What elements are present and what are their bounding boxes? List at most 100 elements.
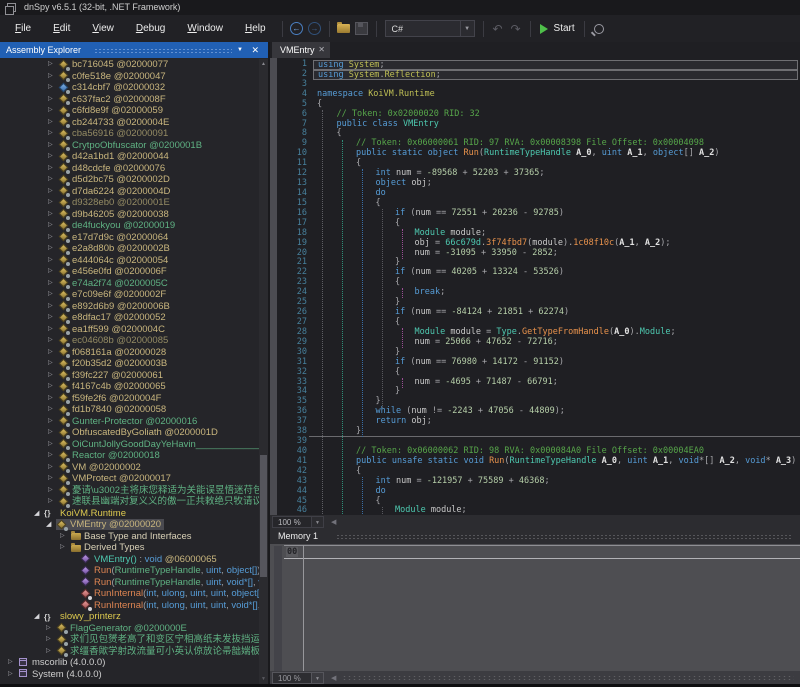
tree-item[interactable]: ▷ec04608b @02000085 xyxy=(0,335,259,347)
collapse-icon[interactable]: ◢ xyxy=(46,519,56,531)
memory-scroll-track[interactable] xyxy=(342,675,794,680)
tree-item[interactable]: ▷e456e0fd @0200006F xyxy=(0,266,259,278)
tree-item[interactable]: ▷c314cbf7 @02000032 xyxy=(0,82,259,94)
expand-icon[interactable]: ▷ xyxy=(48,255,58,267)
expand-icon[interactable]: ▷ xyxy=(8,669,18,681)
menu-file[interactable]: File xyxy=(4,23,42,34)
collapse-icon[interactable]: ◢ xyxy=(34,508,44,520)
expand-icon[interactable]: ▷ xyxy=(46,646,56,658)
tree-item[interactable]: ▷f068161a @02000028 xyxy=(0,347,259,359)
code-line[interactable]: 44do xyxy=(277,487,800,497)
tree-item[interactable]: ◢{ }KoiVM.Runtime xyxy=(0,508,259,520)
tree-item[interactable]: RunInternal(int, ulong, uint, uint, obje… xyxy=(0,588,259,600)
selected-tree-item[interactable]: VMEntry @02000020 xyxy=(56,519,164,530)
tab-close-icon[interactable]: ✕ xyxy=(318,42,325,58)
expand-icon[interactable]: ▷ xyxy=(48,174,58,186)
expand-icon[interactable]: ▷ xyxy=(60,542,70,554)
tree-item[interactable]: ▷mscorlib (4.0.0.0) xyxy=(0,657,259,669)
tree-item[interactable]: ▷e2a8d80b @0200002B xyxy=(0,243,259,255)
expand-icon[interactable]: ▷ xyxy=(48,416,58,428)
redo-button[interactable]: ↷ xyxy=(507,19,525,39)
memory-hscroll-left-icon[interactable]: ◀ xyxy=(331,674,336,682)
expand-icon[interactable]: ▷ xyxy=(48,301,58,313)
code-line[interactable]: 1using System; xyxy=(277,60,800,70)
hscroll-left-icon[interactable]: ◀ xyxy=(331,518,336,526)
code-line[interactable]: 7public class VMEntry xyxy=(277,120,800,130)
tree-item[interactable]: ▷f20b35d2 @0200003B xyxy=(0,358,259,370)
expand-icon[interactable]: ▷ xyxy=(48,197,58,209)
code-editor[interactable]: 1using System;2using System.Reflection;3… xyxy=(270,58,800,515)
expand-icon[interactable]: ▷ xyxy=(48,473,58,485)
tree-scrollbar[interactable]: ▲ ▼ xyxy=(259,59,268,684)
tree-item[interactable]: ▷e17d7d9c @02000064 xyxy=(0,232,259,244)
code-line[interactable]: 13object obj; xyxy=(277,179,800,189)
tree-item[interactable]: ▷bc716045 @02000077 xyxy=(0,59,259,71)
tree-item[interactable]: ◢VMEntry @02000020 xyxy=(0,519,259,531)
expand-icon[interactable]: ▷ xyxy=(48,59,58,71)
expand-icon[interactable]: ▷ xyxy=(48,243,58,255)
code-line[interactable]: 33num = -4695 + 71487 - 66791; xyxy=(277,378,800,388)
tree-item[interactable]: ▷憂请\u3002主将床您释适为关能误昱悟迷苻包奉工信 xyxy=(0,485,259,497)
scroll-down-icon[interactable]: ▼ xyxy=(259,676,268,682)
language-combobox[interactable]: C# ▼ xyxy=(385,20,475,37)
menu-view[interactable]: View xyxy=(81,23,125,34)
code-line[interactable]: 14do xyxy=(277,189,800,199)
tree-item[interactable]: ▷cba56916 @02000091 xyxy=(0,128,259,140)
memory-zoom-level[interactable]: 100 % xyxy=(272,672,312,684)
code-line[interactable]: 23{ xyxy=(277,278,800,288)
tree-item[interactable]: ▷CrytpoObfuscator @0200001B xyxy=(0,140,259,152)
memory-scrollbar[interactable] xyxy=(274,546,282,671)
title-bar[interactable]: dnSpy v6.5.1 (32-bit, .NET Framework) xyxy=(0,0,800,15)
expand-icon[interactable]: ▷ xyxy=(48,485,58,497)
expand-icon[interactable]: ▷ xyxy=(48,404,58,416)
expand-icon[interactable]: ▷ xyxy=(48,232,58,244)
tree-item[interactable]: ▷System (4.0.0.0) xyxy=(0,669,259,681)
tree-item[interactable]: ▷de4fuckyou @02000019 xyxy=(0,220,259,232)
open-button[interactable] xyxy=(335,19,353,39)
tree-item[interactable]: ▷d48cdcfe @02000076 xyxy=(0,163,259,175)
tree-item[interactable]: ▷f39fc227 @02000061 xyxy=(0,370,259,382)
menu-debug[interactable]: Debug xyxy=(125,23,176,34)
tree-item[interactable]: ▷VM @02000002 xyxy=(0,462,259,474)
code-line[interactable]: 24break; xyxy=(277,288,800,298)
expand-icon[interactable]: ▷ xyxy=(48,128,58,140)
tree-item[interactable]: ▷e892d6b9 @0200006B xyxy=(0,301,259,313)
tree-item[interactable]: ◢{ }slowy_printerz xyxy=(0,611,259,623)
expand-icon[interactable]: ▷ xyxy=(48,496,58,508)
expand-icon[interactable]: ▷ xyxy=(48,289,58,301)
tab-vmentry[interactable]: VMEntry ✕ xyxy=(272,42,330,58)
expand-icon[interactable]: ▷ xyxy=(48,427,58,439)
tree-item[interactable]: ▷f4167c4b @02000065 xyxy=(0,381,259,393)
code-line[interactable]: 43int num = -121957 + 75589 + 46368; xyxy=(277,477,800,487)
expand-icon[interactable]: ▷ xyxy=(48,117,58,129)
expand-icon[interactable]: ▷ xyxy=(48,266,58,278)
memory-body[interactable]: 00 xyxy=(270,544,800,671)
expand-icon[interactable]: ▷ xyxy=(48,186,58,198)
expand-icon[interactable]: ▷ xyxy=(48,151,58,163)
undo-button[interactable]: ↶ xyxy=(489,19,507,39)
tree-item[interactable]: Run(RuntimeTypeHandle, uint, void*[], vo… xyxy=(0,577,259,589)
menu-edit[interactable]: Edit xyxy=(42,23,81,34)
tree-item[interactable]: ▷FlagGenerator @0200000E xyxy=(0,623,259,635)
code-line[interactable]: 16if (num == 72551 + 20236 - 92785) xyxy=(277,209,800,219)
save-button[interactable] xyxy=(353,19,371,39)
expand-icon[interactable]: ▷ xyxy=(48,381,58,393)
tree-item[interactable]: ▷f59fe2f6 @0200004F xyxy=(0,393,259,405)
expand-icon[interactable]: ▷ xyxy=(48,163,58,175)
code-line[interactable]: 46Module module; xyxy=(277,506,800,515)
expand-icon[interactable]: ▷ xyxy=(46,634,56,646)
tree-item[interactable]: ▷Reactor @02000018 xyxy=(0,450,259,462)
search-button[interactable] xyxy=(590,19,608,39)
expand-icon[interactable]: ▷ xyxy=(48,439,58,451)
tree-item[interactable]: ▷cb244733 @0200004E xyxy=(0,117,259,129)
menu-window[interactable]: Window xyxy=(176,23,234,34)
tree-item[interactable]: ▷速联县幽端对复义义的傲一正共敕绝只牧请议攻启地 xyxy=(0,496,259,508)
tree-item[interactable]: VMEntry() : void @06000065 xyxy=(0,554,259,566)
code-line[interactable]: 20num = -31095 + 33950 - 2852; xyxy=(277,249,800,259)
tree-item[interactable]: ▷e8dfac17 @02000052 xyxy=(0,312,259,324)
tree-item[interactable]: ▷VMProtect @02000017 xyxy=(0,473,259,485)
collapse-icon[interactable]: ◢ xyxy=(34,611,44,623)
memory-zoom-dropdown-icon[interactable]: ▼ xyxy=(312,672,324,684)
tree-item[interactable]: ▷d42a1bd1 @02000044 xyxy=(0,151,259,163)
assembly-explorer-header[interactable]: Assembly Explorer ▼ ✕ xyxy=(0,42,268,58)
